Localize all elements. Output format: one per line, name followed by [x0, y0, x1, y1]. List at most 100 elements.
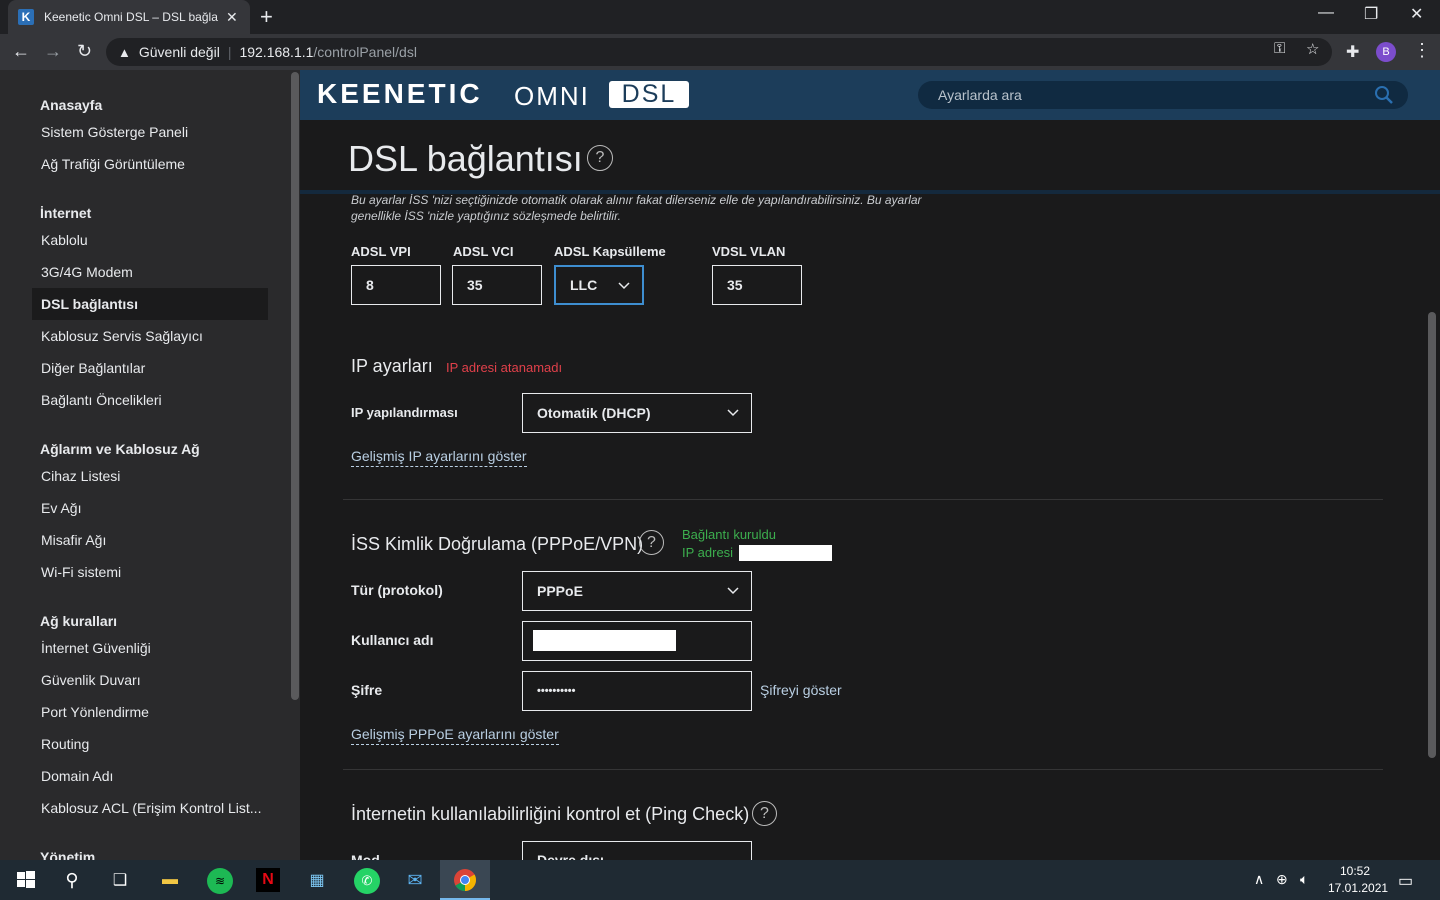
browser-toolbar: ← → ↻ ▲ Güvenli değil | 192.168.1.1/cont… [0, 34, 1440, 70]
search-icon[interactable] [1374, 85, 1394, 105]
tab-close-icon[interactable]: ✕ [226, 9, 238, 26]
advanced-pppoe-link[interactable]: Gelişmiş PPPoE ayarlarını göster [351, 726, 559, 745]
help-icon[interactable]: ? [639, 530, 664, 555]
password-input[interactable]: •••••••••• [522, 671, 752, 711]
mode-select[interactable]: Devre dışı [522, 841, 752, 860]
forward-icon[interactable]: → [44, 41, 62, 62]
tray-chevron-icon[interactable]: ∧ [1254, 871, 1264, 888]
sidebar-item-domain[interactable]: Domain Adı [32, 760, 268, 792]
ip-config-select[interactable]: Otomatik (DHCP) [522, 393, 752, 433]
vci-input[interactable]: 35 [452, 265, 542, 305]
chevron-down-icon [618, 282, 630, 290]
menu-dots-icon[interactable]: ⋮ [1413, 40, 1431, 61]
mail-icon[interactable]: ✉ [403, 868, 427, 892]
notifications-icon[interactable]: ▭ [1398, 871, 1413, 891]
sidebar-item-wifi-system[interactable]: Wi-Fi sistemi [32, 556, 268, 588]
sidebar-section-management: Yönetim [40, 849, 96, 860]
sidebar-item-dsl[interactable]: DSL bağlantısı [32, 288, 268, 320]
sidebar-item-home-network[interactable]: Ev Ağı [32, 492, 268, 524]
sidebar-item-routing[interactable]: Routing [32, 728, 268, 760]
ping-check-title: İnternetin kullanılabilirliğini kontrol … [351, 804, 750, 824]
address-bar[interactable]: ▲ Güvenli değil | 192.168.1.1/controlPan… [106, 38, 1332, 66]
pppoe-ip-label: IP adresi [682, 545, 734, 560]
network-globe-icon[interactable]: ⊕ [1276, 871, 1288, 888]
sidebar-item-wired[interactable]: Kablolu [32, 224, 268, 256]
chrome-icon[interactable] [453, 868, 477, 892]
sidebar-item-internet-security[interactable]: İnternet Güvenliği [32, 632, 268, 664]
sidebar-item-other-connections[interactable]: Diğer Bağlantılar [32, 352, 268, 384]
security-label[interactable]: Güvenli değil [139, 44, 220, 60]
sidebar-item-acl[interactable]: Kablosuz ACL (Erişim Kontrol List... [32, 792, 268, 824]
profile-avatar[interactable]: B [1376, 42, 1396, 62]
keenetic-logo: KEENETIC [317, 78, 483, 109]
star-icon[interactable]: ☆ [1306, 40, 1319, 58]
volume-icon[interactable]: 🔈︎ [1300, 871, 1308, 888]
windows-start-icon[interactable] [14, 868, 38, 892]
advanced-ip-link[interactable]: Gelişmiş IP ayarlarını göster [351, 448, 527, 467]
back-icon[interactable]: ← [12, 41, 30, 62]
chevron-down-icon [727, 409, 739, 417]
section-divider [343, 499, 1383, 500]
browser-tab[interactable]: K Keenetic Omni DSL – DSL bağlantısı ✕ [8, 0, 250, 34]
ip-error-text: IP adresi atanamadı [446, 360, 563, 375]
vpi-input[interactable]: 8 [351, 265, 441, 305]
help-icon[interactable]: ? [587, 145, 613, 171]
protocol-select[interactable]: PPPoE [522, 571, 752, 611]
key-icon[interactable]: ⚿ [1274, 40, 1285, 57]
store-icon[interactable]: ▦ [305, 868, 329, 892]
reload-icon[interactable]: ↻ [77, 41, 92, 62]
page-title: DSL bağlantısı [348, 138, 583, 179]
redacted-username [533, 630, 676, 651]
sidebar-scrollbar-thumb[interactable] [291, 72, 299, 700]
vlan-input[interactable]: 35 [712, 265, 802, 305]
search-icon[interactable]: ⚲ [60, 868, 84, 892]
chevron-down-icon [727, 587, 739, 595]
username-input[interactable] [522, 621, 752, 661]
sidebar-item-wisp[interactable]: Kablosuz Servis Sağlayıcı [32, 320, 268, 352]
main-content: KEENETIC OMNI DSL Ayarlarda ara DSL bağl… [300, 70, 1440, 860]
help-icon[interactable]: ? [752, 801, 777, 826]
keenetic-favicon-icon: K [18, 9, 34, 25]
sidebar-item-dashboard[interactable]: Sistem Gösterge Paneli [32, 116, 268, 148]
clock-time[interactable]: 10:52 [1340, 864, 1370, 878]
ip-settings-title: IP ayarları [351, 356, 433, 376]
url-path: /controlPanel/dsl [313, 44, 417, 60]
sidebar-item-guest-network[interactable]: Misafir Ağı [32, 524, 268, 556]
show-password-link[interactable]: Şifreyi göster [760, 682, 842, 698]
warning-icon[interactable]: ▲ [118, 45, 131, 60]
protocol-label: Tür (protokol) [351, 582, 443, 598]
sidebar-item-modem[interactable]: 3G/4G Modem [32, 256, 268, 288]
windows-taskbar: ⚲ ❑ ▬ ≋ N ▦ ✆ ✉ ∧ ⊕ 🔈︎ 10:52 17.01.2021 … [0, 860, 1440, 900]
whatsapp-icon[interactable]: ✆ [354, 868, 380, 894]
new-tab-button[interactable]: + [260, 4, 273, 30]
section-divider [343, 769, 1383, 770]
encapsulation-value: LLC [570, 277, 598, 293]
pppoe-status: Bağlantı kuruldu [682, 527, 776, 542]
sidebar-item-firewall[interactable]: Güvenlik Duvarı [32, 664, 268, 696]
extensions-icon[interactable]: ✚ [1346, 42, 1359, 62]
sidebar-section-internet: İnternet [40, 205, 92, 221]
dsl-logo: DSL [609, 80, 689, 108]
restore-icon[interactable]: ❐ [1364, 4, 1378, 24]
netflix-icon[interactable]: N [256, 868, 280, 892]
separator: | [227, 44, 232, 60]
sidebar-item-traffic[interactable]: Ağ Trafiği Görüntüleme [32, 148, 268, 180]
task-view-icon[interactable]: ❑ [108, 868, 132, 892]
clock-date[interactable]: 17.01.2021 [1328, 881, 1388, 895]
sidebar-item-priorities[interactable]: Bağlantı Öncelikleri [32, 384, 268, 416]
file-explorer-icon[interactable]: ▬ [158, 868, 182, 892]
main-scrollbar-thumb[interactable] [1428, 312, 1436, 758]
sidebar-section-networks: Ağlarım ve Kablosuz Ağ [40, 441, 200, 457]
encapsulation-select[interactable]: LLC [554, 265, 644, 305]
spotify-icon[interactable]: ≋ [207, 868, 233, 894]
sidebar-item-devices[interactable]: Cihaz Listesi [32, 460, 268, 492]
sidebar-item-port-forwarding[interactable]: Port Yönlendirme [32, 696, 268, 728]
vci-label: ADSL VCI [453, 244, 514, 259]
page-description: Bu ayarlar İSS 'nizi seçtiğinizde otomat… [351, 193, 922, 223]
settings-search-input[interactable]: Ayarlarda ara [918, 81, 1408, 109]
pppoe-title: İSS Kimlik Doğrulama (PPPoE/VPN) [351, 534, 644, 554]
window-close-icon[interactable]: ✕ [1410, 4, 1423, 24]
sidebar: Anasayfa Sistem Gösterge Paneli Ağ Trafi… [0, 70, 300, 860]
minimize-icon[interactable]: — [1318, 4, 1334, 22]
sidebar-section-rules: Ağ kuralları [40, 613, 118, 629]
